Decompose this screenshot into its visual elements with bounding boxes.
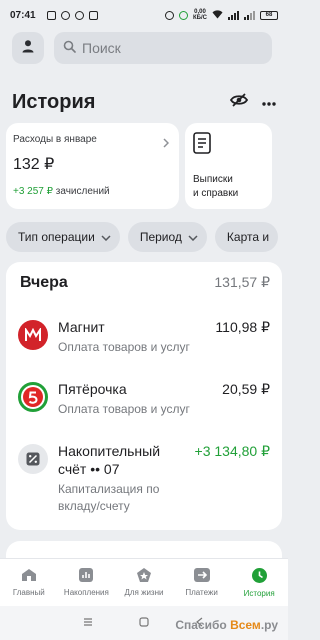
statements-label-line2: и справки [193,188,239,199]
transaction-name-line1: Накопительный [58,443,161,459]
income-summary: +3 257 ₽ зачислений [13,186,170,197]
watermark: Спасибо Всем.ру [175,618,278,632]
watermark-text-c: .ру [260,618,278,632]
transaction-row[interactable]: Накопительный счёт •• 07 Капитализация п… [18,442,270,522]
star-icon [136,568,152,584]
statements-label-line1: Выписки [193,174,233,185]
tab-savings[interactable]: Накопления [58,559,116,606]
filter-card[interactable]: Карта и [214,222,279,252]
home-icon [21,568,37,584]
statements-card[interactable]: Выписки и справки [185,123,272,209]
tab-label: Для жизни [124,588,164,597]
transaction-amount: 20,59 ₽ [222,381,270,397]
battery-icon: 68 [260,10,278,20]
tab-label: Накопления [63,588,109,597]
signal-icon [228,10,239,20]
transaction-row[interactable]: Магнит Оплата товаров и услуг 110,98 ₽ [18,318,270,366]
percent-icon [18,444,48,474]
top-bar: Поиск [12,32,272,64]
transaction-name: Пятёрочка [58,381,127,397]
network-speed-unit: КБ/С [193,15,207,21]
transaction-row[interactable]: Пятёрочка Оплата товаров и услуг 20,59 ₽ [18,380,270,428]
transaction-amount: +3 134,80 ₽ [194,443,270,459]
income-amount: +3 257 ₽ [13,186,54,197]
status-left: 07:41 [10,10,98,21]
network-speed: 0,00 КБ/С [193,9,207,21]
transaction-description-line2: вкладу/счету [58,499,130,513]
more-menu-icon[interactable] [262,93,276,111]
status-time: 07:41 [10,9,36,21]
hide-balance-icon[interactable] [229,92,249,112]
tab-main[interactable]: Главный [0,559,58,606]
transaction-description: Оплата товаров и услуг [58,340,190,354]
wifi-icon [212,9,223,21]
recent-apps-icon[interactable] [83,614,93,632]
cast-icon [88,10,98,20]
shield-icon [179,10,189,20]
statements-label: Выписки и справки [193,173,264,201]
day-header: Вчера 131,57 ₽ [20,274,270,292]
tab-payments[interactable]: Платежи [173,559,231,606]
person-icon [21,39,35,58]
filter-label: Период [139,230,182,244]
tab-label: Главный [12,588,45,597]
header-actions [229,92,276,112]
chevron-down-icon [188,230,198,244]
tab-label: История [243,589,275,598]
tab-label: Платежи [185,588,218,597]
filter-operation-type[interactable]: Тип операции [6,222,120,252]
chevron-down-icon [101,230,111,244]
watermark-text-a: Спасибо [175,618,231,632]
history-card: Вчера 131,57 ₽ Магнит Оплата товаров и у… [6,262,282,530]
transaction-description: Оплата товаров и услуг [58,402,190,416]
expenses-card[interactable]: Расходы в январе 132 ₽ +3 257 ₽ зачислен… [6,123,179,209]
day-label: Вчера [20,274,68,291]
chevron-right-icon [163,135,170,153]
search-icon [63,40,76,56]
income-label: зачислений [55,186,110,197]
transaction-description: Капитализация по вкладу/счету [58,481,159,515]
filter-label: Карта и [226,230,270,244]
document-icon [193,132,264,159]
camera-icon [74,10,84,20]
home-nav-icon[interactable] [139,614,149,632]
notification-icon [46,10,56,20]
at-icon [60,10,70,20]
expenses-label: Расходы в январе [13,134,97,145]
signal2-icon [244,10,255,20]
watermark-text-b: Всем [230,618,261,632]
transaction-description-line1: Капитализация по [58,482,160,496]
magnit-logo-icon [18,320,48,350]
tab-history[interactable]: История [230,559,288,606]
tab-for-life[interactable]: Для жизни [115,559,173,606]
filter-period[interactable]: Период [127,222,207,252]
page-header: История [12,88,276,116]
alarm-icon [165,10,175,20]
day-total: 131,57 ₽ [214,274,270,290]
search-input[interactable]: Поиск [54,32,272,64]
clock-icon [251,568,267,585]
profile-button[interactable] [12,32,44,64]
pyaterochka-logo-icon [18,382,48,412]
chart-icon [79,568,94,584]
bottom-tab-bar: Главный Накопления Для жизни Платежи Ист… [0,558,288,606]
search-placeholder: Поиск [82,40,121,56]
transaction-amount: 110,98 ₽ [215,319,270,335]
transaction-name-line2: счёт •• 07 [58,461,120,477]
filter-chips: Тип операции Период Карта и [6,222,288,252]
status-right: 0,00 КБ/С 68 [165,9,278,21]
transaction-name: Магнит [58,319,105,335]
transfer-icon [193,568,210,584]
filter-label: Тип операции [18,230,95,244]
status-bar: 07:41 0,00 КБ/С 68 [0,0,288,30]
expenses-amount: 132 ₽ [13,156,55,173]
transaction-name: Накопительный счёт •• 07 [58,442,160,478]
page-title: История [12,90,96,113]
